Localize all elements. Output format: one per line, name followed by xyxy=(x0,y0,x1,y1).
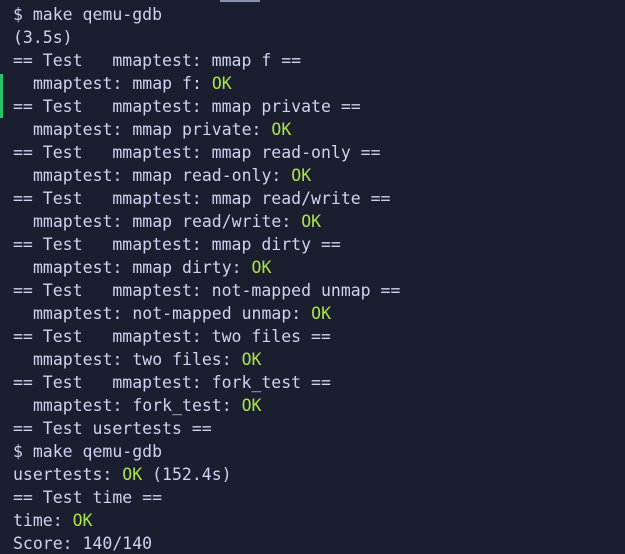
ok-status: OK xyxy=(271,120,292,139)
gutter-change-marker xyxy=(0,74,3,118)
test-header-line: == Test usertests == xyxy=(13,419,212,438)
ok-status: OK xyxy=(291,166,312,185)
ok-status: OK xyxy=(241,350,262,369)
test-header-line: == Test mmaptest: mmap read-only == xyxy=(13,143,381,162)
ok-status: OK xyxy=(122,465,143,484)
test-header-line: == Test mmaptest: mmap f == xyxy=(13,51,302,70)
test-result-line: mmaptest: mmap f: OK xyxy=(33,74,232,93)
ok-status: OK xyxy=(72,511,93,530)
test-result-line: mmaptest: mmap read/write: OK xyxy=(33,212,322,231)
score-line: Score: 140/140 xyxy=(13,534,153,553)
test-header-line: == Test mmaptest: fork_test == xyxy=(13,373,331,392)
test-result-line: mmaptest: two files: OK xyxy=(33,350,262,369)
test-header-line: == Test mmaptest: mmap dirty == xyxy=(13,235,341,254)
test-result-line: usertests: OK (152.4s) xyxy=(13,465,232,484)
ok-status: OK xyxy=(241,396,262,415)
test-header-line: == Test mmaptest: mmap private == xyxy=(13,97,361,116)
test-result-line: mmaptest: mmap dirty: OK xyxy=(33,258,272,277)
terminal-output: $ make qemu-gdb (3.5s) == Test mmaptest:… xyxy=(0,0,625,554)
test-result-line: mmaptest: mmap private: OK xyxy=(33,120,292,139)
terminal-line: (3.5s) xyxy=(13,28,73,47)
test-header-line: == Test mmaptest: not-mapped unmap == xyxy=(13,281,401,300)
test-result-line: time: OK xyxy=(13,511,93,530)
test-header-line: == Test time == xyxy=(13,488,163,507)
terminal-line: $ make qemu-gdb xyxy=(13,5,163,24)
ok-status: OK xyxy=(251,258,272,277)
ok-status: OK xyxy=(301,212,322,231)
test-result-line: mmaptest: fork_test: OK xyxy=(33,396,262,415)
test-header-line: == Test mmaptest: two files == xyxy=(13,327,331,346)
test-header-line: == Test mmaptest: mmap read/write == xyxy=(13,189,391,208)
terminal-line: $ make qemu-gdb xyxy=(13,442,163,461)
test-result-line: mmaptest: not-mapped unmap: OK xyxy=(33,304,332,323)
ok-status: OK xyxy=(211,74,232,93)
test-result-line: mmaptest: mmap read-only: OK xyxy=(33,166,312,185)
ok-status: OK xyxy=(311,304,332,323)
